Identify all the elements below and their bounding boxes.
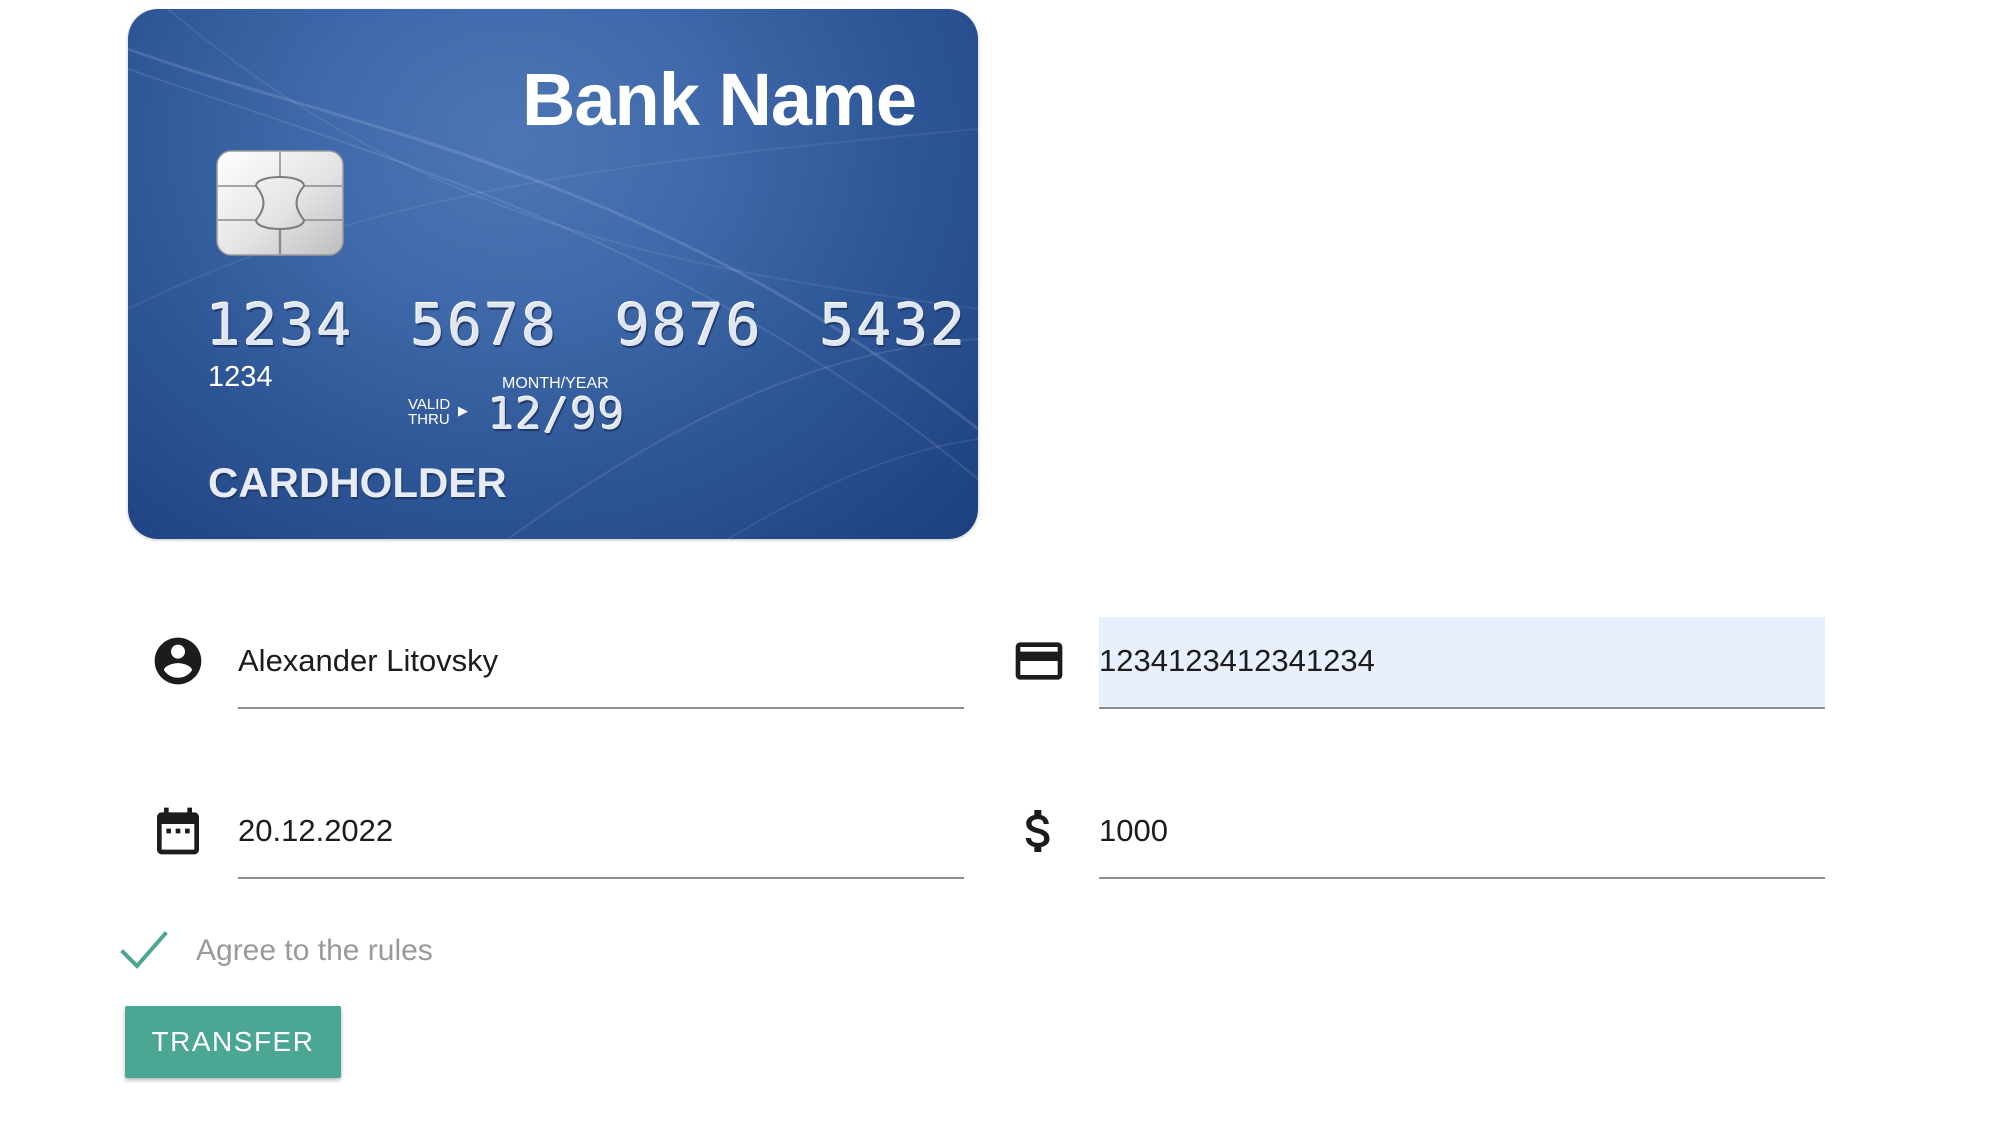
card-number-field[interactable]: [1099, 617, 1825, 709]
card-chip-icon: [216, 150, 344, 256]
card-small-number: 1234: [208, 361, 273, 393]
card-number-input[interactable]: [1099, 617, 1825, 705]
date-field[interactable]: [238, 787, 964, 879]
card-bank-name: Bank Name: [521, 58, 917, 141]
card-valid-thru-label: VALID THRU: [408, 396, 451, 428]
name-input[interactable]: [238, 617, 964, 705]
credit-card-image: Bank Name 1234 5678 9876 5432 1234 VALID…: [128, 9, 978, 539]
transfer-button[interactable]: TRANSFER: [125, 1006, 341, 1078]
calendar-icon: [157, 807, 199, 855]
card-cardholder: CARDHOLDER: [208, 459, 507, 506]
card-expiry: 12/99: [488, 389, 626, 440]
amount-input[interactable]: [1099, 787, 1825, 875]
amount-field[interactable]: [1099, 787, 1825, 879]
date-input[interactable]: [238, 787, 964, 875]
checkmark-icon: [120, 931, 168, 969]
credit-card-icon: [1015, 642, 1063, 680]
valid-thru-arrow-icon: ▶: [458, 403, 468, 418]
account-circle-icon: [154, 637, 202, 685]
card-number-embossed: 1234 5678 9876 5432: [206, 291, 968, 359]
agree-checkbox-label[interactable]: Agree to the rules: [196, 934, 433, 968]
agree-checkbox[interactable]: [120, 930, 168, 972]
dollar-icon: [1025, 810, 1050, 852]
name-field[interactable]: [238, 617, 964, 709]
